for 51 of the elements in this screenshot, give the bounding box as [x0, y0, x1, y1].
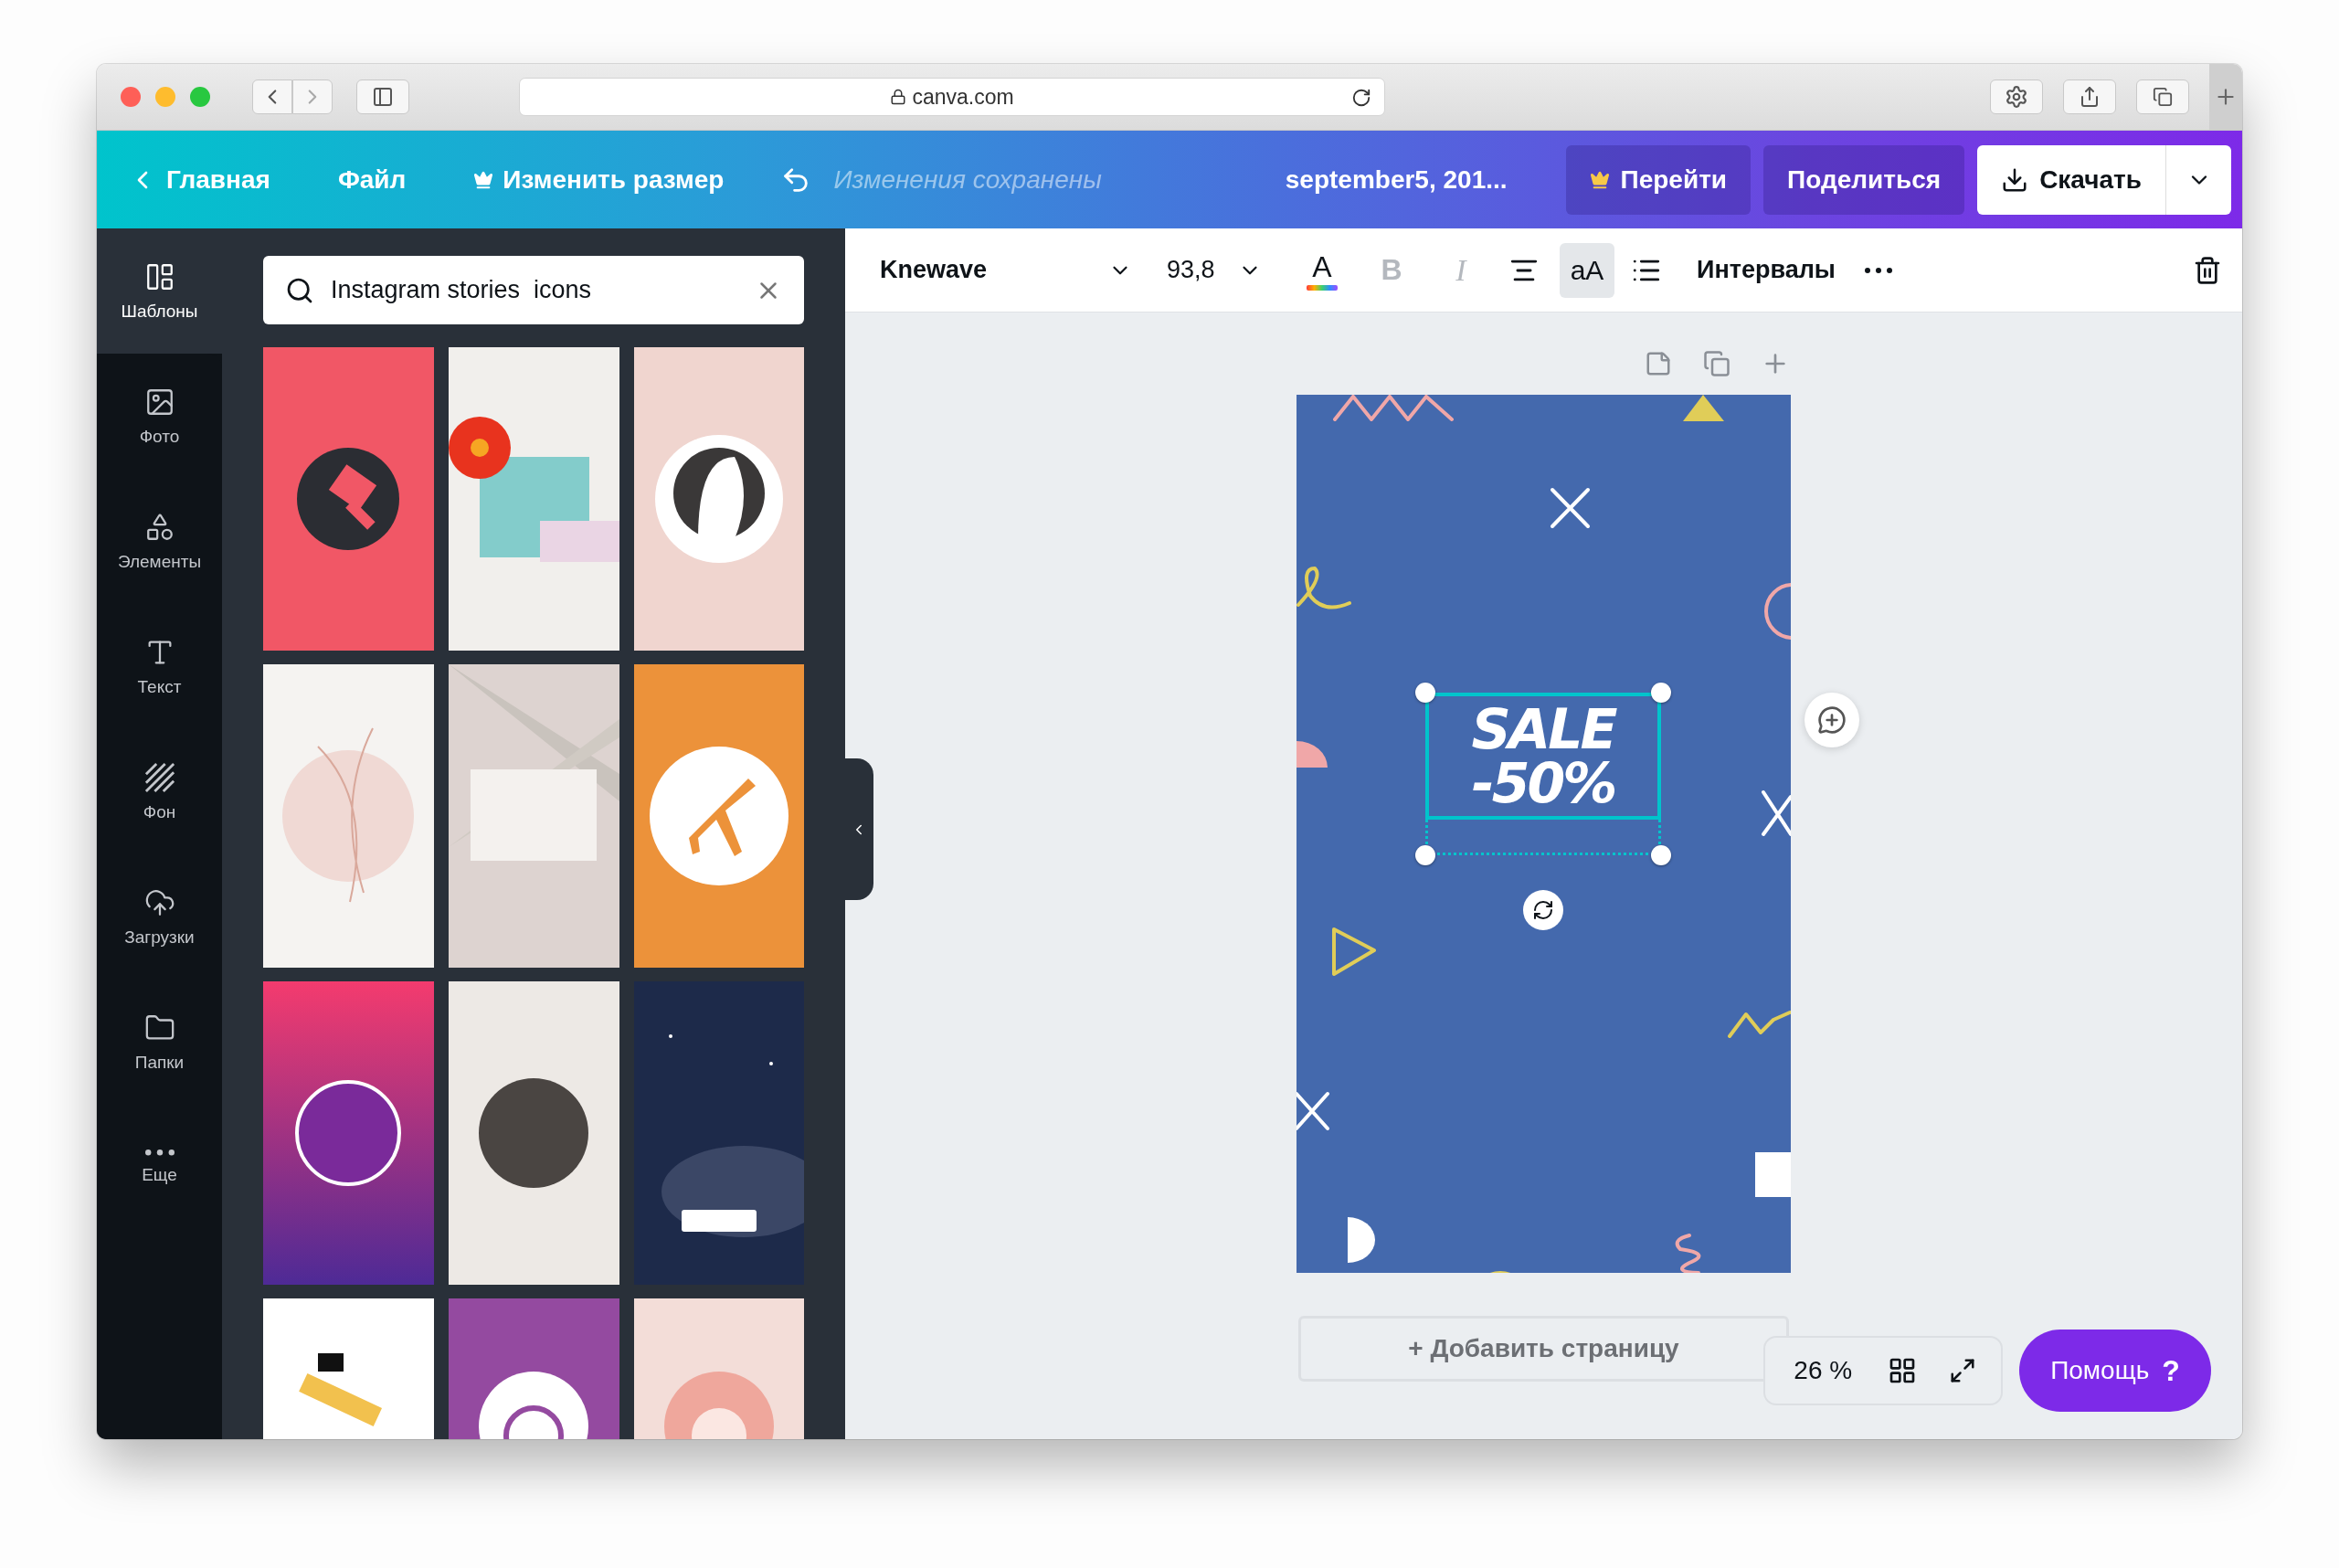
tabs-icon [2153, 87, 2173, 107]
delete-button[interactable] [2193, 255, 2222, 285]
help-button[interactable]: Помощь ? [2019, 1330, 2211, 1412]
save-status: Изменения сохранены [833, 164, 1102, 195]
upgrade-button[interactable]: Перейти [1565, 144, 1752, 215]
document-title[interactable]: september5, 201... [1285, 164, 1508, 195]
spacing-button[interactable]: Интервалы [1686, 249, 1847, 291]
resize-handle[interactable] [1415, 845, 1435, 865]
lock-icon [890, 89, 907, 105]
more-icon [144, 1150, 175, 1156]
comment-icon [1817, 705, 1847, 735]
copy-button[interactable] [1701, 348, 1732, 379]
font-size-dropdown[interactable]: 93,8 [1159, 241, 1269, 299]
trash-icon [2193, 255, 2222, 285]
resize-handle[interactable] [1415, 683, 1435, 703]
more-icon [1864, 267, 1892, 273]
zoom-level[interactable]: 26 % [1790, 1352, 1857, 1389]
address-field[interactable]: canva.com [519, 78, 1385, 116]
rotate-button[interactable] [1523, 890, 1563, 930]
resize-handle[interactable] [1651, 683, 1671, 703]
gear-icon [2005, 85, 2028, 109]
font-dropdown[interactable]: Knewave [863, 241, 1148, 299]
resize-handle[interactable] [1651, 845, 1671, 865]
sidebar-icon [372, 86, 394, 108]
stripes-icon [143, 761, 175, 793]
case-button[interactable]: aA [1560, 242, 1614, 298]
url-text: canva.com [912, 84, 1014, 110]
dropdown-button[interactable] [2165, 144, 2231, 215]
sidebar-button[interactable] [356, 79, 409, 114]
search-bar[interactable]: Instagram stories icons [263, 256, 804, 324]
copy-icon [1703, 350, 1730, 377]
text-color-button[interactable]: A [1295, 242, 1349, 298]
add-page-button[interactable]: + Добавить страницу [1298, 1316, 1789, 1382]
rotate-icon [1532, 899, 1554, 921]
share-button[interactable] [2063, 79, 2116, 114]
back-button[interactable] [252, 79, 292, 114]
share-icon [2079, 86, 2101, 108]
tabs-button[interactable] [2136, 79, 2189, 114]
crown-icon [1589, 169, 1610, 190]
search-field[interactable]: Instagram stories icons [331, 276, 738, 304]
download-button[interactable]: Скачать [1977, 144, 2165, 215]
sidebar-item[interactable]: Шаблоны [97, 228, 222, 354]
share-button[interactable]: Поделиться [1763, 144, 1965, 215]
more-button[interactable] [1864, 267, 1892, 273]
note-icon [1645, 350, 1672, 377]
reload-icon[interactable] [1351, 88, 1371, 108]
comment-button[interactable] [1805, 693, 1859, 747]
new-tab-button[interactable] [2209, 64, 2242, 130]
crown-icon [473, 169, 494, 190]
collapse-handle[interactable] [844, 758, 873, 900]
settings-button[interactable] [1990, 79, 2043, 114]
